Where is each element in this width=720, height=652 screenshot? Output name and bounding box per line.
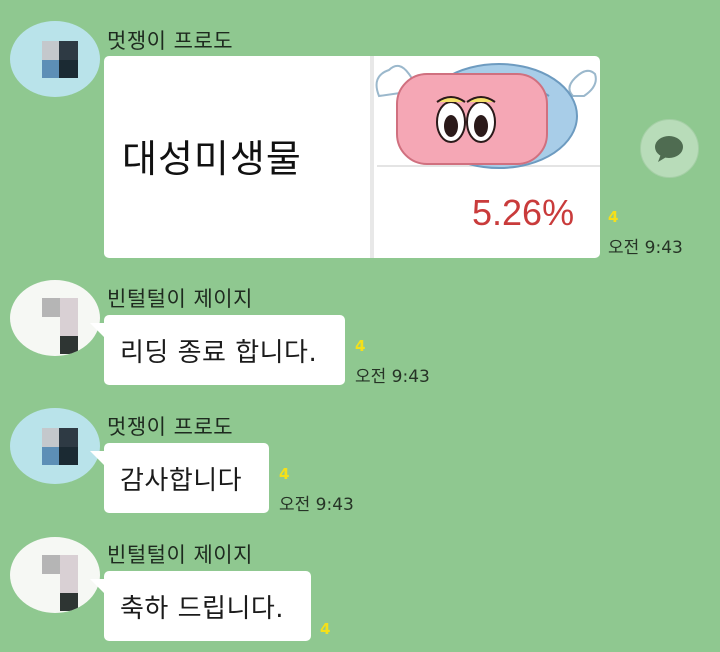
avatar-icon — [42, 555, 78, 611]
sender-name: 빈털털이 제이지 — [107, 287, 253, 311]
message-time: 오전 9:43 — [279, 495, 354, 515]
unread-count: 4 — [608, 208, 619, 226]
avatar-icon — [42, 41, 78, 78]
sender-name: 빈털털이 제이지 — [107, 543, 253, 567]
share-button[interactable] — [640, 119, 699, 178]
avatar-icon — [42, 428, 78, 465]
message-bubble[interactable]: 감사합니다 — [104, 443, 269, 513]
avatar[interactable] — [10, 21, 100, 97]
avatar-icon — [42, 298, 78, 354]
avatar[interactable] — [10, 408, 100, 484]
message-time: 오전 9:43 — [355, 367, 430, 387]
sender-name: 멋쟁이 프로도 — [107, 415, 234, 439]
avatar[interactable] — [10, 280, 100, 356]
image-card[interactable]: 대성미생물 5.26% — [104, 56, 600, 258]
avatar[interactable] — [10, 537, 100, 613]
sender-name: 멋쟁이 프로도 — [107, 29, 234, 53]
card-percent: 5.26% — [472, 192, 575, 233]
card-title: 대성미생물 — [122, 137, 302, 181]
unread-count: 4 — [320, 620, 331, 638]
unread-count: 4 — [279, 465, 290, 483]
sticker-character-icon — [375, 63, 600, 169]
speech-bubble-icon — [655, 136, 683, 162]
message-time: 오전 9:43 — [608, 238, 683, 258]
unread-count: 4 — [355, 337, 366, 355]
message-bubble[interactable]: 축하 드립니다. — [104, 571, 311, 641]
message-bubble[interactable]: 리딩 종료 합니다. — [104, 315, 345, 385]
